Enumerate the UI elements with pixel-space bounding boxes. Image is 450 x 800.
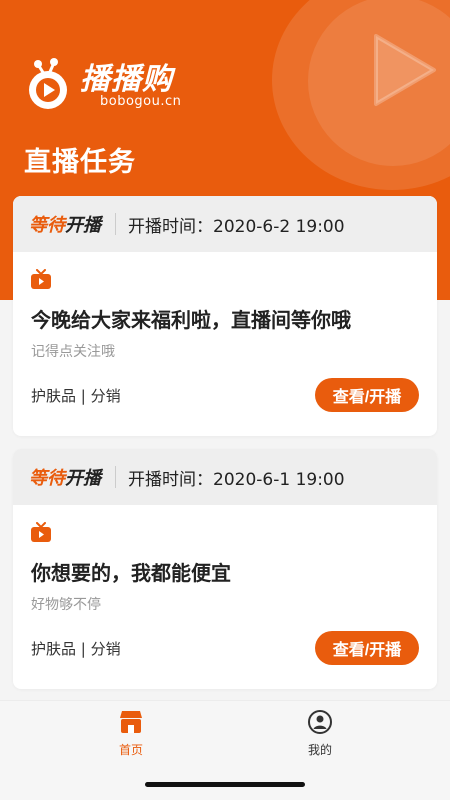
card-title: 你想要的，我都能便宜 bbox=[31, 561, 231, 585]
card-tags: 护肤品 | 分销 bbox=[31, 640, 121, 658]
page-title: 直播任务 bbox=[24, 147, 136, 178]
start-time: 开播时间：2020-6-1 19:00 bbox=[128, 469, 345, 490]
divider bbox=[115, 466, 116, 488]
brand-domain: bobogou.cn bbox=[100, 94, 182, 109]
card-body: 今晚给大家来福利啦，直播间等你哦 记得点关注哦 护肤品 | 分销 查看/开播 bbox=[13, 252, 437, 436]
card-subtitle: 好物够不停 bbox=[31, 597, 101, 613]
status-badge: 等待开播 bbox=[29, 211, 101, 237]
status-part-live: 开播 bbox=[65, 468, 101, 489]
status-badge: 等待开播 bbox=[29, 464, 101, 490]
task-card: 等待开播 开播时间：2020-6-2 19:00 今晚给大家来福利啦，直播间等你… bbox=[13, 196, 437, 436]
logo-mark-icon bbox=[29, 58, 67, 109]
brand-name: 播播购 bbox=[80, 62, 173, 97]
view-start-button[interactable]: 查看/开播 bbox=[315, 378, 419, 412]
card-body: 你想要的，我都能便宜 好物够不停 护肤品 | 分销 查看/开播 bbox=[13, 505, 437, 689]
status-part-waiting: 等待 bbox=[29, 215, 65, 236]
task-card: 等待开播 开播时间：2020-6-1 19:00 你想要的，我都能便宜 好物够不… bbox=[13, 449, 437, 689]
play-icon bbox=[374, 34, 436, 106]
card-header: 等待开播 开播时间：2020-6-1 19:00 bbox=[13, 449, 437, 505]
tab-mine-label: 我的 bbox=[307, 743, 332, 757]
tv-icon bbox=[31, 269, 51, 289]
store-icon bbox=[120, 711, 142, 733]
start-time: 开播时间：2020-6-2 19:00 bbox=[128, 216, 345, 237]
tv-icon bbox=[31, 522, 51, 542]
card-header: 等待开播 开播时间：2020-6-2 19:00 bbox=[13, 196, 437, 252]
home-indicator bbox=[145, 782, 305, 787]
tab-mine[interactable]: 我的 bbox=[280, 709, 360, 758]
card-title: 今晚给大家来福利啦，直播间等你哦 bbox=[31, 308, 351, 332]
divider bbox=[115, 213, 116, 235]
tab-home[interactable]: 首页 bbox=[91, 709, 171, 758]
card-tags: 护肤品 | 分销 bbox=[31, 387, 121, 405]
user-icon bbox=[308, 710, 332, 734]
brand-logo: 播播购 bobogou.cn bbox=[24, 52, 184, 114]
status-part-waiting: 等待 bbox=[29, 468, 65, 489]
status-part-live: 开播 bbox=[65, 215, 101, 236]
tab-home-label: 首页 bbox=[118, 743, 143, 757]
view-start-button[interactable]: 查看/开播 bbox=[315, 631, 419, 665]
card-subtitle: 记得点关注哦 bbox=[31, 344, 115, 360]
